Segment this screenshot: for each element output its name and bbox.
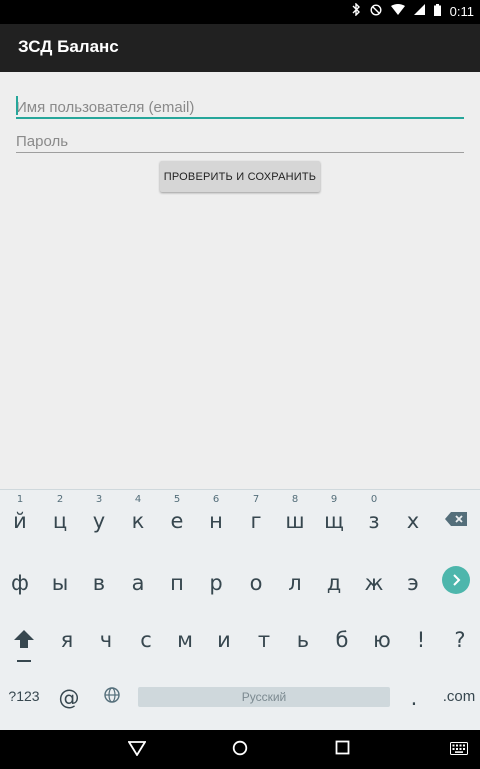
shift-icon bbox=[14, 630, 34, 648]
login-form: ПРОВЕРИТЬ И СОХРАНИТЬ bbox=[0, 72, 480, 489]
globe-icon bbox=[104, 687, 120, 703]
key-в[interactable]: в bbox=[79, 555, 119, 607]
key-к[interactable]: 4к bbox=[118, 490, 158, 542]
email-field-wrapper bbox=[16, 89, 464, 119]
key-exclamation[interactable]: ! bbox=[401, 612, 441, 664]
key-л[interactable]: л bbox=[275, 555, 315, 607]
language-key[interactable] bbox=[92, 670, 132, 722]
period-key[interactable]: . bbox=[394, 670, 434, 722]
backspace-key[interactable] bbox=[434, 490, 478, 542]
clock: 0:11 bbox=[449, 3, 474, 19]
key-п[interactable]: п bbox=[157, 555, 197, 607]
text-cursor bbox=[16, 96, 18, 115]
password-field-underline bbox=[16, 152, 464, 153]
space-key[interactable]: Русский bbox=[138, 687, 390, 707]
cellular-signal-icon bbox=[413, 4, 425, 18]
key-р[interactable]: р bbox=[196, 555, 236, 607]
key-и[interactable]: и bbox=[204, 612, 244, 664]
key-г[interactable]: 7г bbox=[236, 490, 276, 542]
symbols-key[interactable]: ?123 bbox=[4, 670, 44, 722]
key-т[interactable]: т bbox=[244, 612, 284, 664]
key-н[interactable]: 6н bbox=[196, 490, 236, 542]
action-bar: ЗСД Баланс bbox=[0, 24, 480, 72]
key-ч[interactable]: ч bbox=[86, 612, 126, 664]
key-question[interactable]: ? bbox=[440, 612, 480, 664]
navigation-bar bbox=[0, 730, 480, 769]
key-ю[interactable]: ю bbox=[362, 612, 402, 664]
key-м[interactable]: м bbox=[165, 612, 205, 664]
key-з[interactable]: 0з bbox=[354, 490, 394, 542]
key-я[interactable]: я bbox=[47, 612, 87, 664]
backspace-icon bbox=[445, 512, 467, 526]
shift-key[interactable] bbox=[4, 612, 44, 664]
chevron-right-icon bbox=[453, 574, 461, 586]
key-о[interactable]: о bbox=[236, 555, 276, 607]
soft-keyboard: 1й 2ц 3у 4к 5е 6н 7г 8ш 9щ 0з х ф ы в а … bbox=[0, 489, 480, 730]
dotcom-key[interactable]: .com bbox=[438, 670, 480, 722]
key-с[interactable]: с bbox=[126, 612, 166, 664]
bluetooth-icon bbox=[352, 2, 361, 19]
key-ш[interactable]: 8ш bbox=[275, 490, 315, 542]
wifi-icon bbox=[390, 4, 405, 18]
key-е[interactable]: 5е bbox=[157, 490, 197, 542]
keyboard-switch-icon[interactable] bbox=[450, 742, 468, 755]
key-ы[interactable]: ы bbox=[40, 555, 80, 607]
recents-icon[interactable] bbox=[335, 740, 350, 755]
key-ж[interactable]: ж bbox=[354, 555, 394, 607]
key-ь[interactable]: ь bbox=[283, 612, 323, 664]
app-title: ЗСД Баланс bbox=[18, 37, 119, 56]
shift-underline bbox=[17, 660, 31, 662]
key-ц[interactable]: 2ц bbox=[40, 490, 80, 542]
password-field-wrapper bbox=[16, 123, 464, 153]
key-ф[interactable]: ф bbox=[0, 555, 40, 607]
email-field-underline bbox=[16, 117, 464, 119]
home-icon[interactable] bbox=[232, 740, 248, 756]
key-й[interactable]: 1й bbox=[0, 490, 40, 542]
do-not-disturb-icon bbox=[370, 3, 382, 19]
key-щ[interactable]: 9щ bbox=[314, 490, 354, 542]
battery-icon bbox=[433, 3, 441, 19]
at-key[interactable]: @ bbox=[49, 670, 89, 722]
key-б[interactable]: б bbox=[322, 612, 362, 664]
key-д[interactable]: д bbox=[314, 555, 354, 607]
key-а[interactable]: а bbox=[118, 555, 158, 607]
key-э[interactable]: э bbox=[393, 555, 433, 607]
check-and-save-button[interactable]: ПРОВЕРИТЬ И СОХРАНИТЬ bbox=[160, 161, 320, 192]
back-icon[interactable] bbox=[128, 740, 146, 756]
email-field[interactable] bbox=[16, 89, 464, 119]
key-х[interactable]: х bbox=[393, 490, 433, 542]
status-bar: 0:11 bbox=[0, 0, 480, 24]
key-у[interactable]: 3у bbox=[79, 490, 119, 542]
password-field[interactable] bbox=[16, 123, 464, 153]
next-key[interactable] bbox=[442, 566, 470, 594]
